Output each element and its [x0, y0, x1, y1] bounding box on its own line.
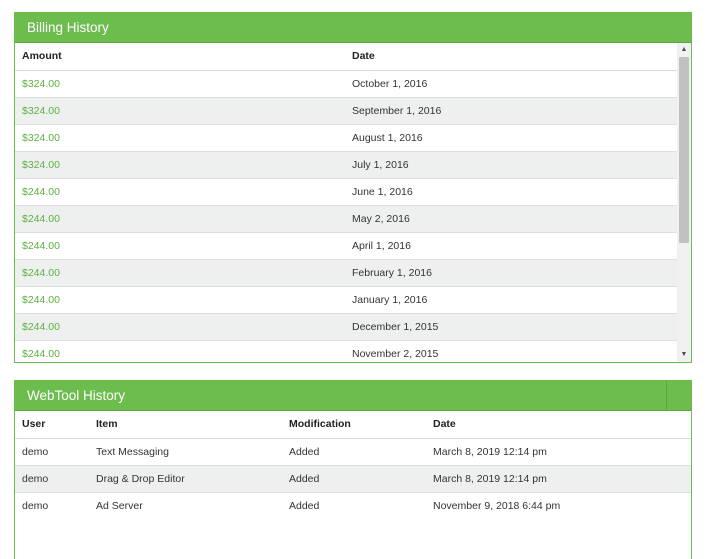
webtool-history-panel: WebTool History User Item Modification D… [14, 380, 692, 559]
triangle-up-icon[interactable]: ▲ [677, 43, 691, 57]
billing-row: $324.00 August 1, 2016 [15, 123, 677, 151]
billing-date: October 1, 2016 [345, 69, 677, 97]
billing-amount: $244.00 [15, 258, 345, 286]
billing-amount: $244.00 [15, 285, 345, 313]
billing-header-date[interactable]: Date [345, 43, 677, 71]
billing-history-panel: Billing History Amount Date $324.00 Octo… [14, 12, 692, 363]
billing-row: $244.00 April 1, 2016 [15, 231, 677, 259]
webtool-modification: Added [282, 437, 426, 465]
webtool-modification: Added [282, 464, 426, 492]
webtool-user: demo [15, 464, 89, 492]
webtool-date: March 8, 2019 12:14 pm [426, 464, 691, 492]
billing-date: January 1, 2016 [345, 285, 677, 313]
billing-date: August 1, 2016 [345, 123, 677, 151]
billing-row: $244.00 December 1, 2015 [15, 312, 677, 340]
webtool-header-user[interactable]: User [15, 411, 89, 439]
billing-date: April 1, 2016 [345, 231, 677, 259]
webtool-history-title: WebTool History [15, 381, 691, 411]
webtool-history-title-text: WebTool History [27, 388, 126, 403]
billing-row: $324.00 October 1, 2016 [15, 69, 677, 97]
billing-date: December 1, 2015 [345, 312, 677, 340]
billing-header-row: Amount Date [15, 43, 677, 71]
billing-date: November 2, 2015 [345, 339, 677, 362]
webtool-row: demo Ad Server Added November 9, 2018 6:… [15, 491, 691, 519]
billing-date: May 2, 2016 [345, 204, 677, 232]
billing-scrollbar-thumb[interactable] [679, 57, 689, 243]
webtool-header-modification[interactable]: Modification [282, 411, 426, 439]
triangle-down-icon[interactable]: ▼ [677, 348, 691, 362]
webtool-user: demo [15, 491, 89, 519]
billing-date: July 1, 2016 [345, 150, 677, 178]
webtool-item: Drag & Drop Editor [89, 464, 282, 492]
webtool-item: Text Messaging [89, 437, 282, 465]
webtool-scroll-area: User Item Modification Date demo Text Me… [15, 411, 691, 559]
billing-amount: $324.00 [15, 123, 345, 151]
webtool-modification: Added [282, 491, 426, 519]
billing-amount: $244.00 [15, 339, 345, 362]
billing-history-title: Billing History [15, 13, 691, 43]
webtool-header-row: User Item Modification Date [15, 411, 691, 439]
billing-amount: $244.00 [15, 231, 345, 259]
billing-row: $244.00 January 1, 2016 [15, 285, 677, 313]
billing-date: September 1, 2016 [345, 96, 677, 124]
webtool-row: demo Drag & Drop Editor Added March 8, 2… [15, 464, 691, 492]
billing-row: $244.00 May 2, 2016 [15, 204, 677, 232]
billing-header-amount[interactable]: Amount [15, 43, 345, 71]
billing-scrollbar[interactable]: ▲ ▼ [677, 43, 691, 362]
billing-scroll-area[interactable]: Amount Date $324.00 October 1, 2016 $324… [15, 43, 691, 362]
billing-table: Amount Date $324.00 October 1, 2016 $324… [15, 43, 677, 362]
billing-date: February 1, 2016 [345, 258, 677, 286]
billing-amount: $244.00 [15, 312, 345, 340]
billing-row: $324.00 July 1, 2016 [15, 150, 677, 178]
webtool-table: User Item Modification Date demo Text Me… [15, 411, 691, 519]
webtool-row: demo Text Messaging Added March 8, 2019 … [15, 437, 691, 465]
webtool-header-item[interactable]: Item [89, 411, 282, 439]
billing-row: $244.00 June 1, 2016 [15, 177, 677, 205]
webtool-item: Ad Server [89, 491, 282, 519]
webtool-date: March 8, 2019 12:14 pm [426, 437, 691, 465]
billing-amount: $324.00 [15, 96, 345, 124]
billing-row: $324.00 September 1, 2016 [15, 96, 677, 124]
heading-divider [666, 381, 667, 410]
webtool-header-date[interactable]: Date [426, 411, 691, 439]
billing-amount: $244.00 [15, 204, 345, 232]
billing-amount: $324.00 [15, 69, 345, 97]
billing-row: $244.00 February 1, 2016 [15, 258, 677, 286]
billing-row: $244.00 November 2, 2015 [15, 339, 677, 362]
billing-amount: $244.00 [15, 177, 345, 205]
webtool-user: demo [15, 437, 89, 465]
webtool-date: November 9, 2018 6:44 pm [426, 491, 691, 519]
billing-date: June 1, 2016 [345, 177, 677, 205]
billing-amount: $324.00 [15, 150, 345, 178]
